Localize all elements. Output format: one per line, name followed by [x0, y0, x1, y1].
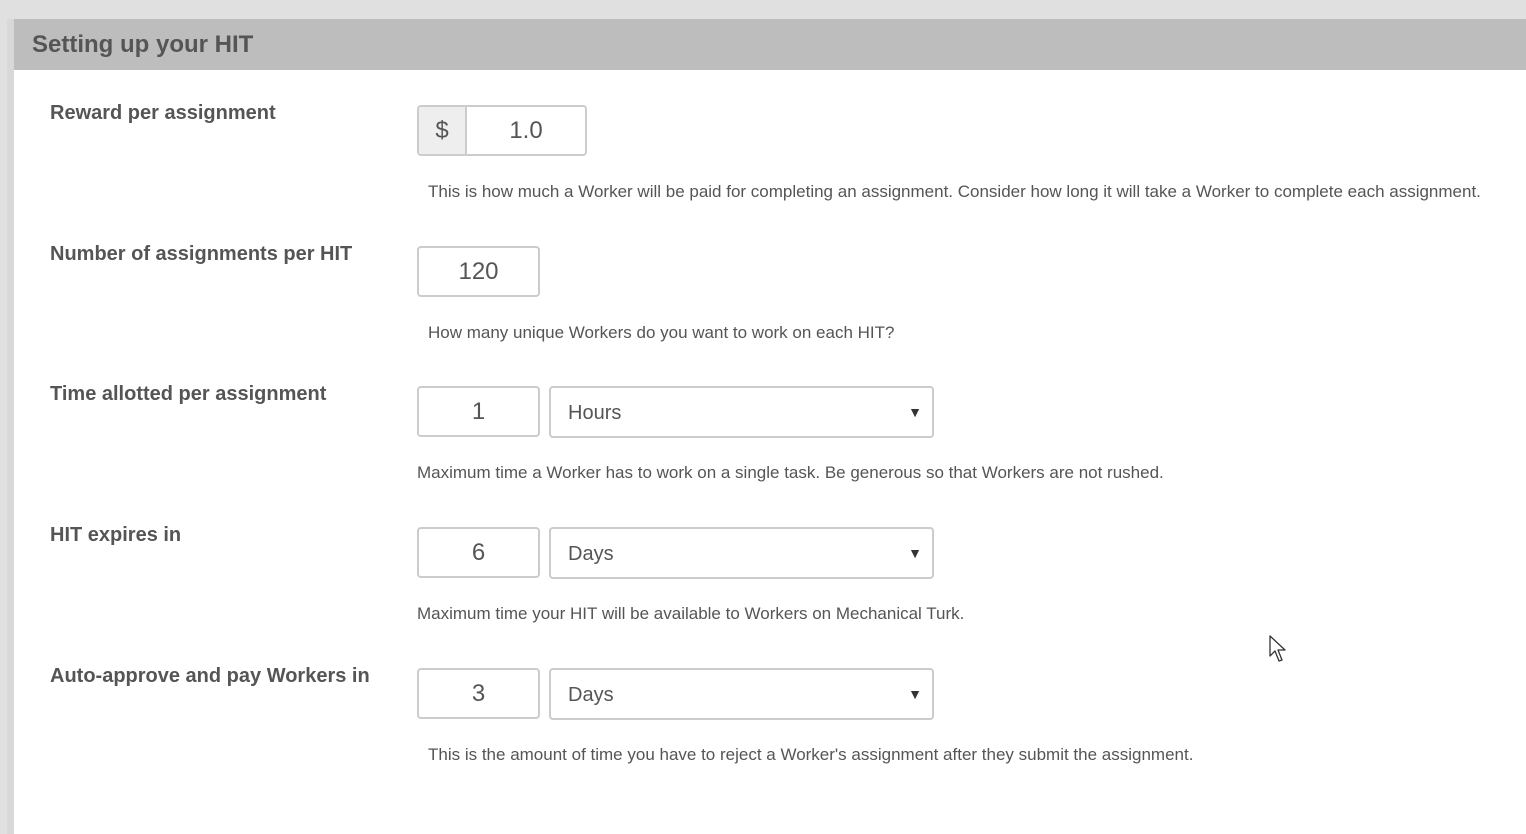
mouse-pointer-icon — [1269, 635, 1286, 662]
reward-help: This is how much a Worker will be paid f… — [428, 182, 1481, 201]
chevron-down-icon: ▼ — [908, 545, 922, 561]
auto-approve-unit-value: Days — [568, 684, 614, 706]
auto-approve-help: This is the amount of time you have to r… — [428, 745, 1194, 764]
auto-approve-input[interactable]: 3 — [417, 668, 540, 719]
reward-input[interactable]: 1.0 — [467, 107, 585, 154]
expires-unit-select[interactable]: Days ▼ — [549, 527, 934, 579]
time-allotted-label: Time allotted per assignment — [50, 383, 327, 405]
expires-label: HIT expires in — [50, 524, 182, 546]
time-allotted-help: Maximum time a Worker has to work on a s… — [417, 463, 1164, 482]
hit-setup-panel: Setting up your HIT Reward per assignmen… — [14, 19, 1526, 834]
time-allotted-unit-select[interactable]: Hours ▼ — [549, 386, 934, 438]
chevron-down-icon: ▼ — [908, 404, 922, 420]
left-border — [7, 19, 14, 834]
expires-help: Maximum time your HIT will be available … — [417, 604, 965, 623]
time-allotted-unit-value: Hours — [568, 402, 622, 424]
assignments-label: Number of assignments per HIT — [50, 243, 353, 265]
assignments-input[interactable]: 120 — [417, 246, 540, 297]
auto-approve-unit-select[interactable]: Days ▼ — [549, 668, 934, 720]
expires-input[interactable]: 6 — [417, 527, 540, 578]
panel-title: Setting up your HIT — [32, 31, 254, 58]
currency-addon: $ — [419, 107, 467, 154]
reward-input-group: $ 1.0 — [417, 105, 587, 156]
reward-label: Reward per assignment — [50, 102, 276, 124]
panel-header: Setting up your HIT — [14, 19, 1526, 70]
time-allotted-input[interactable]: 1 — [417, 386, 540, 437]
auto-approve-label: Auto-approve and pay Workers in — [50, 665, 370, 687]
page: Setting up your HIT Reward per assignmen… — [0, 0, 1526, 834]
chevron-down-icon: ▼ — [908, 686, 922, 702]
assignments-help: How many unique Workers do you want to w… — [428, 323, 895, 342]
expires-unit-value: Days — [568, 543, 614, 565]
